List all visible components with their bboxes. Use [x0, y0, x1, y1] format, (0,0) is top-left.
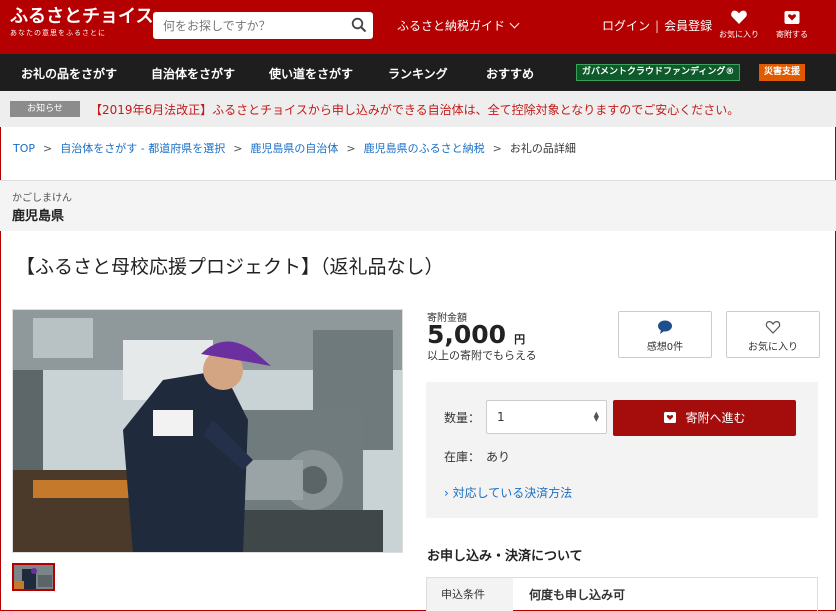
search-input[interactable] [153, 12, 338, 39]
government-crowdfunding-link[interactable]: ガバメントクラウドファンディング® [576, 64, 741, 81]
nav-item-uses[interactable]: 使い道をさがす [269, 65, 353, 82]
breadcrumb-separator: > [43, 142, 53, 155]
breadcrumb-kagoshima-municipalities[interactable]: 鹿児島県の自治体 [250, 142, 338, 155]
auth-divider: | [655, 19, 660, 33]
quantity-label: 数量： [444, 411, 481, 425]
stock-label: 在庫： [444, 450, 481, 464]
breadcrumb-separator: > [492, 142, 502, 155]
select-arrows-icon: ▲ ▼ [593, 410, 599, 423]
amount-value: 5,000 [427, 320, 507, 349]
favorite-product-button[interactable]: お気に入り [726, 311, 820, 358]
nav-item-municipalities[interactable]: 自治体をさがす [151, 65, 235, 82]
stock-status: 在庫： あり [444, 448, 510, 465]
disaster-support-link[interactable]: 災害支援 [759, 64, 806, 81]
notice-bar: お知らせ 【2019年6月法改正】ふるさとチョイスから申し込みができる自治体は、… [0, 91, 836, 127]
prefecture-header: かごしまけん 鹿児島県 [0, 181, 836, 231]
apply-heading: お申し込み・決済について [427, 549, 583, 564]
favorite-product-label: お気に入り [748, 342, 798, 353]
proceed-donation-label: 寄附へ進む [685, 411, 746, 425]
nav-item-gifts[interactable]: お礼の品をさがす [21, 65, 117, 82]
breadcrumb-separator: > [346, 142, 356, 155]
breadcrumb-separator: > [233, 142, 243, 155]
currency-label: 円 [514, 333, 526, 346]
payment-methods-link[interactable]: › 対応している決済方法 [444, 484, 572, 501]
nav-item-ranking[interactable]: ランキング [388, 65, 448, 82]
product-photo-illustration [13, 310, 402, 552]
prefecture-kana: かごしまけん [12, 193, 72, 204]
thumbnail-illustration [14, 565, 53, 589]
speech-bubble-icon [658, 320, 672, 334]
condition-key: 申込条件 [427, 578, 513, 611]
guide-label: ふるさと納税ガイド [397, 19, 506, 33]
breadcrumb: TOP > 自治体をさがす - 都道府県を選択 > 鹿児島県の自治体 > 鹿児島県のふるさと… [13, 140, 576, 156]
proceed-donation-button[interactable]: 寄附へ進む [613, 400, 796, 436]
logo-main-text: ふるさとチョイス [10, 6, 154, 27]
condition-value: 何度も申し込み可 [529, 588, 626, 602]
heart-outline-icon [765, 320, 781, 334]
amount-note: 以上の寄附でもらえる [427, 349, 537, 362]
product-title: 【ふるさと母校応援プロジェクト】（返礼品なし） [16, 256, 444, 278]
guide-dropdown[interactable]: ふるさと納税ガイド [397, 17, 520, 34]
quantity-value: 1 [497, 410, 505, 424]
donate-header-button[interactable]: 寄附する [767, 8, 817, 40]
login-link[interactable]: ログイン [602, 19, 650, 33]
logo-tagline: あなたの意思をふるさとに [10, 29, 106, 37]
main-nav: お礼の品をさがす 自治体をさがす 使い道をさがす ランキング おすすめ ガバメン… [0, 54, 836, 91]
breadcrumb-top[interactable]: TOP [13, 142, 35, 155]
donate-header-label: 寄附する [776, 30, 808, 39]
notice-tag: お知らせ [10, 101, 80, 117]
site-logo[interactable]: ふるさとチョイス あなたの意思をふるさとに [10, 6, 153, 38]
donation-box-icon [784, 11, 800, 24]
stock-value: あり [486, 450, 511, 464]
favorites-button[interactable]: お気に入り [714, 8, 764, 40]
breadcrumb-prefecture-select[interactable]: 自治体をさがす - 都道府県を選択 [60, 142, 225, 155]
heart-icon [731, 10, 747, 24]
notice-link[interactable]: 【2019年6月法改正】ふるさとチョイスから申し込みができる自治体は、全て控除対… [90, 101, 739, 118]
favorites-label: お気に入り [719, 30, 759, 39]
donation-amount: 5,000 円 [427, 320, 525, 349]
donation-box-icon [664, 412, 677, 423]
product-thumbnail[interactable] [12, 563, 55, 591]
register-link[interactable]: 会員登録 [664, 19, 712, 33]
auth-links: ログイン | 会員登録 [602, 17, 712, 34]
nav-item-recommended[interactable]: おすすめ [486, 65, 534, 82]
search-box [153, 12, 373, 39]
breadcrumb-kagoshima-furusato[interactable]: 鹿児島県のふるさと納税 [364, 142, 485, 155]
donation-panel: 数量： 1 ▲ ▼ 寄附へ進む 在庫： あり › 対応している決済方法 [426, 382, 818, 518]
product-photo[interactable] [12, 309, 403, 553]
site-header: ふるさとチョイス あなたの意思をふるさとに ふるさと納税ガイド ログイン | 会員登… [0, 0, 836, 54]
prefecture-name[interactable]: 鹿児島県 [12, 205, 64, 224]
apply-condition-row: 申込条件 何度も申し込み可 [426, 577, 818, 611]
quantity-select[interactable]: 1 ▲ ▼ [486, 400, 607, 434]
thanks-reviews-button[interactable]: 感想0件 [618, 311, 712, 358]
breadcrumb-current: お礼の品詳細 [509, 142, 576, 155]
search-icon[interactable] [351, 17, 367, 33]
chevron-down-icon [509, 18, 520, 29]
thanks-label: 感想0件 [646, 342, 684, 353]
